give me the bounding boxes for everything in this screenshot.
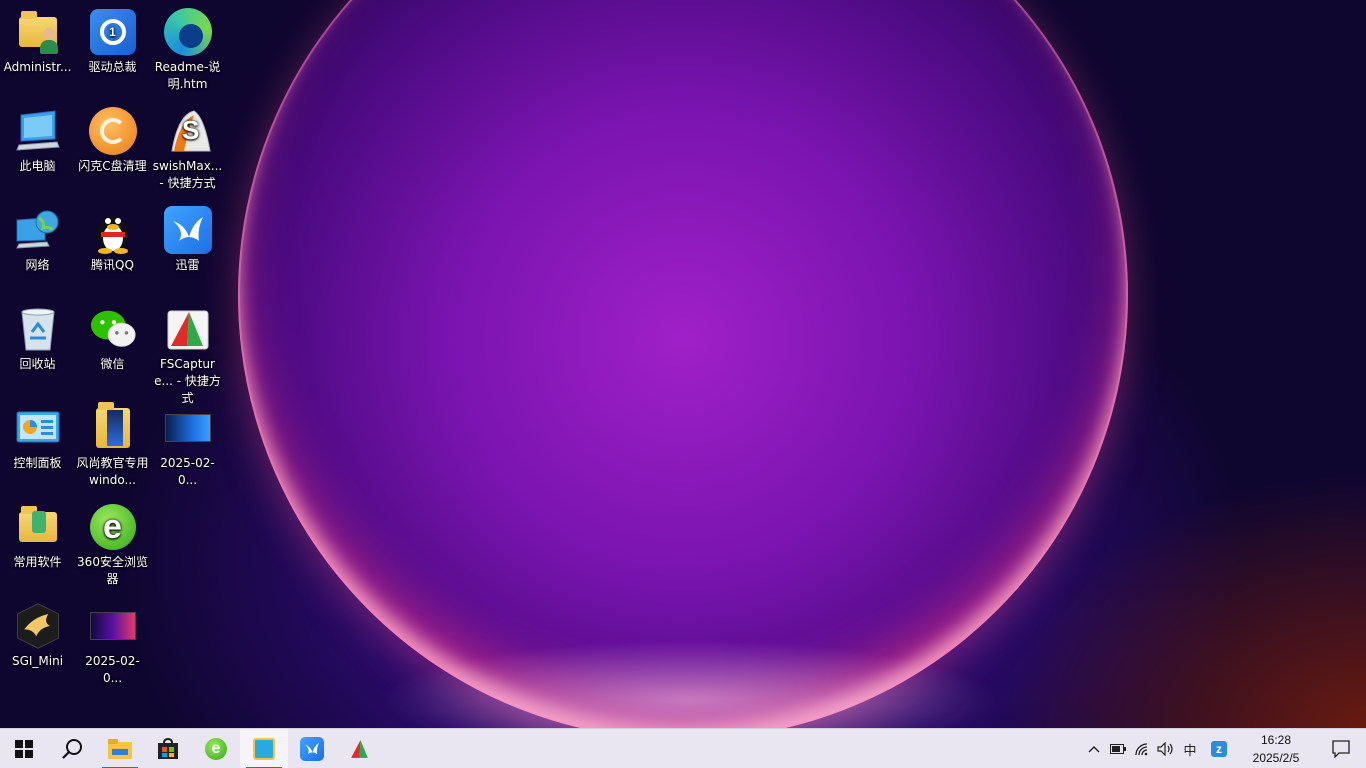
desktop-icon-wechat[interactable]: 微信 (75, 301, 150, 373)
speaker-icon (1157, 742, 1173, 756)
image-thumbnail-icon (164, 404, 212, 452)
desktop-icon-label: 网络 (25, 258, 50, 272)
search-icon (62, 738, 82, 759)
fscapture-icon (351, 739, 368, 758)
desktop-icon-windows-folder[interactable]: 风尚教官专用windo... (75, 400, 150, 489)
wallpaper-orb-rim (238, 0, 1128, 728)
c-cleaner-icon (88, 107, 137, 155)
desktop-icon-label: SGI_Mini (11, 654, 64, 668)
desktop-icon-label: 2025-02-0... (160, 456, 215, 487)
desktop-icon-label: 常用软件 (13, 555, 62, 569)
file-explorer-icon (108, 738, 132, 759)
taskbar-360-browser[interactable]: e (192, 729, 240, 768)
system-tray: 中 z 16:28 2025/2/5 (1082, 729, 1366, 768)
edge-browser-icon (163, 8, 212, 56)
desktop-icon-fscapture[interactable]: FSCapture... - 快捷方式 (150, 301, 225, 407)
desktop-icon-recycle-bin[interactable]: 回收站 (0, 301, 75, 373)
clock-time: 16:28 (1260, 733, 1292, 747)
network-globe-icon (14, 206, 62, 254)
taskbar-image-app[interactable] (240, 728, 288, 768)
taskbar-xunlei[interactable] (288, 729, 336, 768)
desktop-icon-360-browser[interactable]: e 360安全浏览器 (75, 499, 150, 588)
desktop-icon-screenshot-1[interactable]: 2025-02-0... (150, 400, 225, 489)
desktop-icon-administrator[interactable]: Administr... (0, 4, 75, 76)
desktop-icon-swishmax[interactable]: S swishMax... - 快捷方式 (150, 103, 225, 192)
desktop-icon-screenshot-2[interactable]: 2025-02-0... (75, 598, 150, 687)
desktop-icon-readme[interactable]: Readme-说明.htm (150, 4, 225, 93)
battery-indicator[interactable] (1106, 729, 1130, 768)
desktop-icon-label: 360安全浏览器 (77, 555, 148, 586)
driver-gear-icon: 1 (89, 8, 137, 56)
360-browser-icon: e (205, 737, 227, 760)
windows-folder-icon (89, 402, 137, 452)
desktop-icon-tencent-qq[interactable]: 腾讯QQ (75, 202, 150, 274)
battery-icon (1110, 744, 1126, 754)
desktop-icon-label: 此电脑 (19, 159, 56, 173)
desktop-icon-label: 微信 (100, 357, 125, 371)
taskbar-file-explorer[interactable] (96, 729, 144, 768)
desktop-icon-label: 回收站 (19, 357, 56, 371)
desktop-icon-control-panel[interactable]: 控制面板 (0, 400, 75, 472)
ime-tool-button[interactable]: z (1202, 729, 1236, 768)
fscapture-icon (164, 305, 212, 353)
swishmax-icon: S (164, 107, 212, 155)
desktop-icon-this-pc[interactable]: 此电脑 (0, 103, 75, 175)
windows-logo-icon (15, 739, 33, 758)
clock-date: 2025/2/5 (1252, 751, 1300, 765)
start-button[interactable] (0, 729, 48, 768)
chevron-up-icon (1088, 746, 1100, 753)
desktop-icon-label: 迅雷 (175, 258, 200, 272)
sgi-bird-icon (14, 602, 62, 650)
store-icon (158, 737, 178, 759)
desktop-icon-c-cleaner[interactable]: 闪克C盘清理 (75, 103, 150, 175)
desktop-icon-sgi-mini[interactable]: SGI_Mini (0, 598, 75, 670)
qq-penguin-icon (89, 206, 137, 254)
volume-indicator[interactable] (1154, 729, 1178, 768)
360-browser-icon: e (89, 503, 137, 551)
taskbar-fscapture[interactable] (336, 729, 384, 768)
wechat-icon (89, 305, 137, 353)
computer-icon (14, 107, 62, 155)
desktop-icon-label: 2025-02-0... (85, 654, 140, 685)
taskbar: e 中 z 16:28 2025/2/5 (0, 728, 1366, 768)
desktop-icon-label: 风尚教官专用windo... (76, 456, 149, 487)
notification-icon (1332, 740, 1350, 758)
desktop-icon-label: 闪克C盘清理 (78, 159, 147, 173)
wifi-icon (1135, 743, 1148, 756)
xunlei-bird-icon (300, 736, 324, 761)
control-panel-icon (14, 404, 62, 452)
ime-logo-icon: z (1211, 741, 1227, 757)
desktop-icon-label: Readme-说明.htm (154, 60, 221, 91)
taskbar-clock[interactable]: 16:28 2025/2/5 (1236, 731, 1316, 767)
image-thumbnail-icon (89, 602, 137, 650)
notification-center-button[interactable] (1316, 729, 1366, 768)
desktop-icon-network[interactable]: 网络 (0, 202, 75, 274)
image-app-icon (253, 737, 275, 760)
desktop-icon-common-software[interactable]: 常用软件 (0, 499, 75, 571)
desktop-icon-label: 腾讯QQ (91, 258, 134, 272)
folder-icon (14, 503, 62, 551)
desktop-icon-label: Administr... (3, 60, 72, 74)
desktop-icon-xunlei[interactable]: 迅雷 (150, 202, 225, 274)
network-indicator[interactable] (1130, 729, 1154, 768)
search-button[interactable] (48, 729, 96, 768)
desktop-icon-driver-president[interactable]: 1 驱动总裁 (75, 4, 150, 76)
recycle-bin-icon (14, 305, 62, 353)
taskbar-microsoft-store[interactable] (144, 729, 192, 768)
desktop-icon-label: swishMax... - 快捷方式 (152, 159, 223, 190)
desktop-icon-label: 控制面板 (13, 456, 62, 470)
svg-text:S: S (182, 115, 199, 145)
show-hidden-icons-button[interactable] (1082, 729, 1106, 768)
xunlei-bird-icon (163, 206, 212, 254)
input-method-indicator[interactable]: 中 (1178, 729, 1202, 768)
desktop-icon-label: 驱动总裁 (88, 60, 137, 74)
user-folder-icon (14, 8, 62, 56)
